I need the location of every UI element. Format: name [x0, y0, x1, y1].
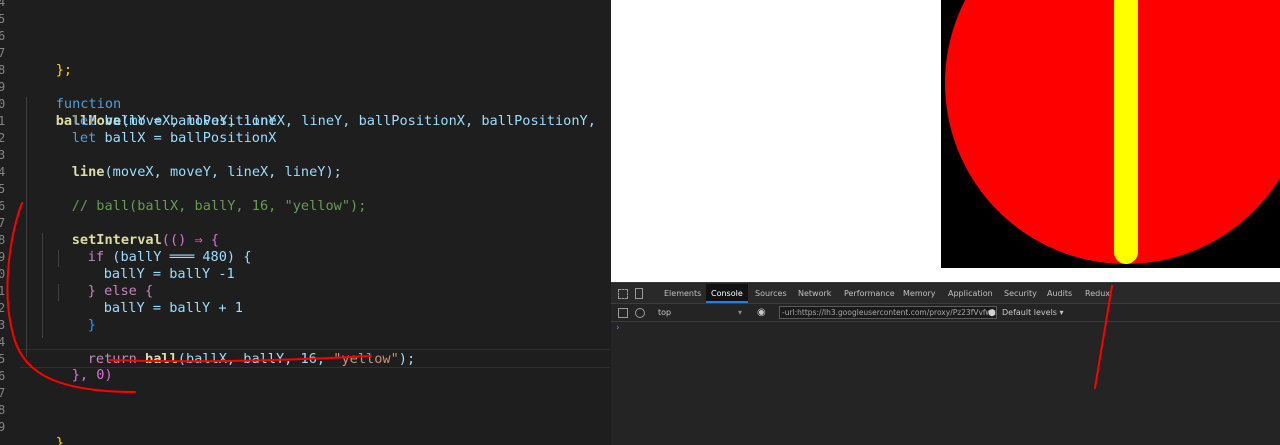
line-number: 8: [0, 233, 6, 247]
code-line-function-declaration[interactable]: function ballMove(moveX, moveY, lineX, l…: [23, 79, 604, 129]
line-number: 3: [0, 148, 6, 162]
function-call-token: line: [71, 164, 105, 180]
code-line[interactable]: ballY = ballY + 1: [71, 283, 243, 316]
yellow-line: [1114, 0, 1138, 264]
code-line[interactable]: }: [23, 418, 64, 445]
tab-security[interactable]: Security: [1004, 284, 1037, 303]
keyword-token: let: [71, 130, 97, 146]
eye-icon[interactable]: ◉: [757, 304, 766, 322]
clear-filter-icon[interactable]: ●: [988, 304, 996, 322]
line-number: 4: [0, 335, 6, 349]
line-number: 9: [0, 80, 6, 94]
code-editor[interactable]: 4 5 6 7 8 9 0 1 2 3 4 5 6 7 8 9 0 1 2 3 4 5 6 7 8 9 }; function b…: [0, 0, 610, 445]
string-token: "yellow": [333, 351, 399, 367]
line-number: 5: [0, 352, 6, 366]
code-line[interactable]: } else {: [55, 266, 153, 299]
tab-network[interactable]: Network: [798, 284, 831, 303]
line-number: 7: [0, 386, 6, 400]
function-call-token: ball: [136, 351, 178, 367]
code-line[interactable]: if (ballY ═══ 480) {: [55, 232, 252, 265]
tab-sources[interactable]: Sources: [755, 284, 787, 303]
line-number: 2: [0, 131, 6, 145]
line-number: 6: [0, 199, 6, 213]
line-number: 8: [0, 403, 6, 417]
code-line[interactable]: };: [23, 45, 72, 78]
device-toolbar-icon[interactable]: [635, 288, 643, 299]
tab-audits[interactable]: Audits: [1047, 284, 1072, 303]
sidebar-toggle-icon[interactable]: [618, 308, 628, 318]
line-number: 4: [0, 0, 6, 9]
line-number: 3: [0, 318, 6, 332]
code-line-return[interactable]: return ball(ballX, ballY, 16, "yellow");: [55, 334, 415, 367]
code-token: }: [87, 317, 96, 333]
devtools-panel: Elements Console Sources Network Perform…: [611, 282, 1280, 445]
console-prompt[interactable]: ›: [616, 323, 620, 333]
code-line[interactable]: let ballY = ballPositionY: [39, 96, 277, 129]
inspect-element-icon[interactable]: [618, 289, 628, 299]
line-number: 0: [0, 267, 6, 281]
log-levels-dropdown[interactable]: Default levels ▾: [1002, 304, 1064, 322]
clear-console-icon[interactable]: [635, 308, 645, 318]
tab-elements[interactable]: Elements: [664, 284, 701, 303]
code-token: }, 0): [71, 367, 113, 383]
filter-input-value: -url:https://lh3.googleusercontent.com/p…: [782, 308, 997, 317]
tab-redux[interactable]: Redux: [1085, 284, 1110, 303]
context-select-value: top: [658, 308, 672, 317]
line-number: 8: [0, 63, 6, 77]
line-number: 9: [0, 420, 6, 434]
code-token: }: [55, 435, 64, 445]
tab-performance[interactable]: Performance: [844, 284, 895, 303]
code-line[interactable]: line(moveX, moveY, lineX, lineY);: [39, 147, 342, 180]
line-number: 1: [0, 284, 6, 298]
chevron-down-icon[interactable]: ▾: [738, 304, 742, 322]
tab-console[interactable]: Console: [706, 284, 748, 303]
code-token: ballY = ballY + 1: [103, 300, 243, 316]
code-token: (ballX, ballY, 16,: [177, 351, 334, 367]
code-line-current[interactable]: }, 0): [39, 350, 113, 383]
comment-token: // ball(ballX, ballY, 16, "yellow");: [71, 198, 367, 214]
line-number: 1: [0, 114, 6, 128]
line-number: 5: [0, 182, 6, 196]
line-number: 4: [0, 165, 6, 179]
code-line[interactable]: let ballX = ballPositionX: [39, 113, 277, 146]
line-number: 6: [0, 369, 6, 383]
line-number: 7: [0, 216, 6, 230]
line-number: 6: [0, 29, 6, 43]
line-number: 7: [0, 46, 6, 60]
tab-memory[interactable]: Memory: [903, 284, 936, 303]
line-number: 9: [0, 250, 6, 264]
code-token: );: [398, 351, 416, 367]
context-select[interactable]: top: [658, 304, 746, 322]
tab-application[interactable]: Application: [948, 284, 993, 303]
code-token: ballX = ballPositionX: [96, 130, 277, 146]
filter-input[interactable]: -url:https://lh3.googleusercontent.com/p…: [779, 306, 997, 319]
line-number: 5: [0, 12, 6, 26]
console-toolbar: top ▾ ◉ -url:https://lh3.googleuserconte…: [611, 304, 1280, 322]
code-token: (moveX, moveY, lineX, lineY);: [104, 164, 342, 180]
code-line[interactable]: }: [55, 300, 96, 333]
code-line[interactable]: setInterval(() ⇒ {: [39, 215, 219, 248]
devtools-tab-bar: Elements Console Sources Network Perform…: [611, 284, 1280, 304]
line-number: 2: [0, 301, 6, 315]
code-token: };: [55, 62, 73, 78]
code-line[interactable]: ballY = ballY -1: [71, 249, 235, 282]
line-number: 0: [0, 97, 6, 111]
code-line-comment[interactable]: // ball(ballX, ballY, 16, "yellow");: [39, 181, 367, 214]
